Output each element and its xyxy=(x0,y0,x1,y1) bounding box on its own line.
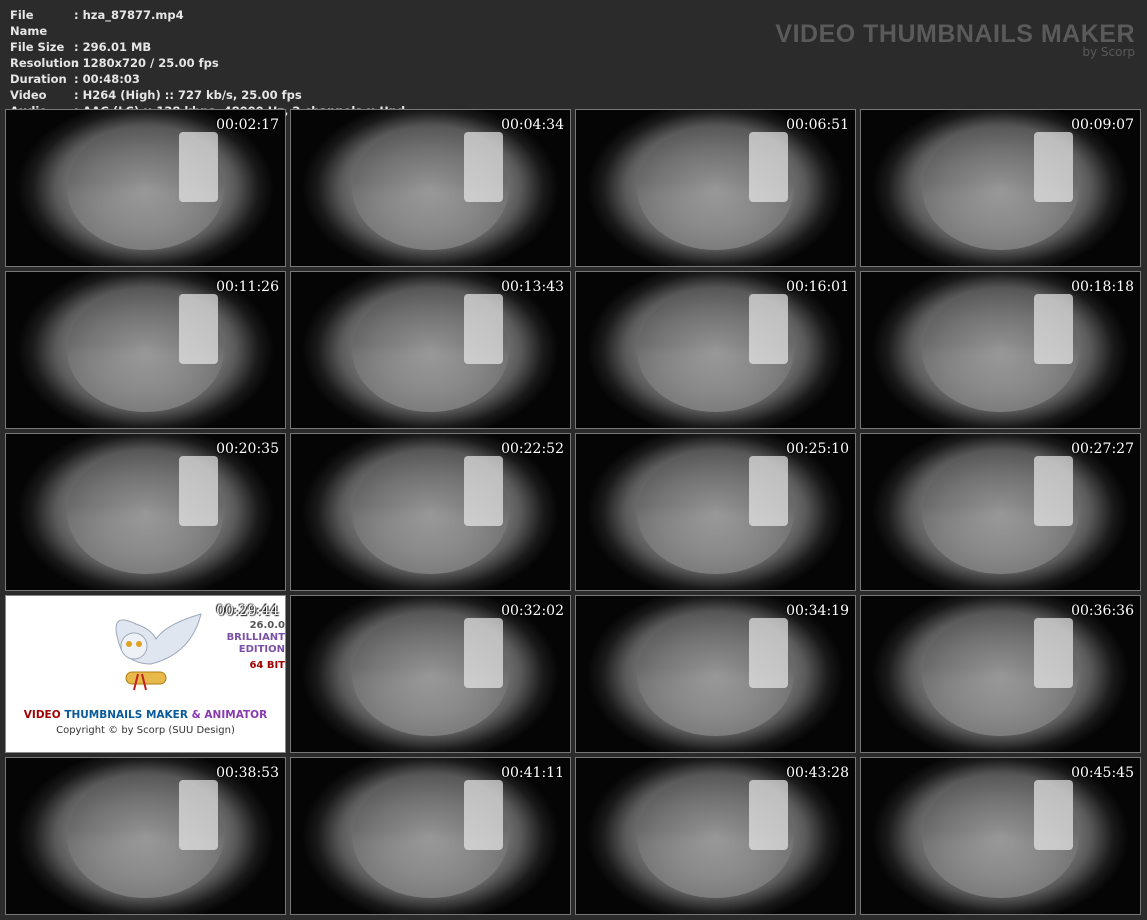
video-thumbnail[interactable]: 00:43:28 xyxy=(575,757,856,915)
frame-highlight xyxy=(749,779,789,851)
file-info: File Name: hza_87877.mp4 File Size: 296.0… xyxy=(10,7,405,119)
timestamp: 00:41:11 xyxy=(501,765,564,781)
info-value: H264 (High) :: 727 kb/s, 25.00 fps xyxy=(82,88,302,102)
frame-highlight xyxy=(1034,455,1074,527)
video-thumbnail[interactable]: 00:16:01 xyxy=(575,271,856,429)
logo-thumbnail: 00:29:44 26.0.0 BRILLIANT EDITION 64 BIT… xyxy=(5,595,286,753)
video-thumbnail[interactable]: 00:04:34 xyxy=(290,109,571,267)
frame-highlight xyxy=(179,455,219,527)
frame-highlight xyxy=(464,779,504,851)
video-thumbnail[interactable]: 00:20:35 xyxy=(5,433,286,591)
video-thumbnail[interactable]: 00:02:17 xyxy=(5,109,286,267)
frame-highlight xyxy=(1034,293,1074,365)
info-row: Video: H264 (High) :: 727 kb/s, 25.00 fp… xyxy=(10,87,405,103)
frame-highlight xyxy=(464,455,504,527)
video-thumbnail[interactable]: 00:18:18 xyxy=(860,271,1141,429)
brand-watermark: VIDEO THUMBNAILS MAKER by Scorp xyxy=(775,20,1135,59)
brand-title: VIDEO THUMBNAILS MAKER xyxy=(775,20,1135,48)
info-row: File Size: 296.01 MB xyxy=(10,39,405,55)
edition-label-2: EDITION xyxy=(238,644,285,655)
timestamp: 00:09:07 xyxy=(1071,117,1134,133)
frame-highlight xyxy=(1034,779,1074,851)
timestamp: 00:43:28 xyxy=(786,765,849,781)
video-thumbnail[interactable]: 00:45:45 xyxy=(860,757,1141,915)
logo-word: VIDEO xyxy=(23,709,61,721)
timestamp: 00:02:17 xyxy=(216,117,279,133)
logo-title: VIDEO THUMBNAILS MAKER & ANIMATOR xyxy=(6,709,285,721)
logo-word: & ANIMATOR xyxy=(191,709,268,721)
frame-highlight xyxy=(749,455,789,527)
info-value: 1280x720 / 25.00 fps xyxy=(82,56,219,70)
video-thumbnail[interactable]: 00:41:11 xyxy=(290,757,571,915)
info-row: File Name: hza_87877.mp4 xyxy=(10,7,405,39)
timestamp: 00:25:10 xyxy=(786,441,849,457)
video-thumbnail[interactable]: 00:34:19 xyxy=(575,595,856,753)
info-value: hza_87877.mp4 xyxy=(82,8,184,22)
video-thumbnail[interactable]: 00:22:52 xyxy=(290,433,571,591)
timestamp: 00:38:53 xyxy=(216,765,279,781)
frame-highlight xyxy=(179,779,219,851)
info-row: Resolution: 1280x720 / 25.00 fps xyxy=(10,55,405,71)
timestamp: 00:32:02 xyxy=(501,603,564,619)
info-label: File Name xyxy=(10,8,48,38)
timestamp: 00:06:51 xyxy=(786,117,849,133)
video-thumbnail[interactable]: 00:11:26 xyxy=(5,271,286,429)
frame-highlight xyxy=(464,617,504,689)
timestamp: 00:34:19 xyxy=(786,603,849,619)
frame-highlight xyxy=(749,617,789,689)
info-sep: : xyxy=(74,56,83,70)
info-value: 00:48:03 xyxy=(82,72,140,86)
timestamp: 00:29:44 xyxy=(216,603,279,619)
bits-label: 64 BIT xyxy=(249,660,285,671)
video-thumbnail[interactable]: 00:32:02 xyxy=(290,595,571,753)
info-sep: : xyxy=(74,8,83,22)
edition-label: BRILLIANT xyxy=(226,632,285,643)
copyright: Copyright © by Scorp (SUU Design) xyxy=(56,725,235,736)
frame-highlight xyxy=(464,293,504,365)
version-label: 26.0.0 xyxy=(249,620,285,631)
info-label: Resolution xyxy=(10,56,80,70)
owl-logo-icon xyxy=(115,613,202,691)
video-thumbnail[interactable]: 00:36:36 xyxy=(860,595,1141,753)
video-thumbnail[interactable]: 00:13:43 xyxy=(290,271,571,429)
timestamp: 00:27:27 xyxy=(1071,441,1134,457)
info-row: Duration: 00:48:03 xyxy=(10,71,405,87)
video-thumbnail[interactable]: 00:25:10 xyxy=(575,433,856,591)
timestamp: 00:04:34 xyxy=(501,117,564,133)
timestamp: 00:45:45 xyxy=(1071,765,1134,781)
timestamp: 00:11:26 xyxy=(216,279,279,295)
info-label: Duration xyxy=(10,72,67,86)
frame-highlight xyxy=(749,293,789,365)
frame-highlight xyxy=(179,293,219,365)
info-sep: : xyxy=(74,40,83,54)
info-label: File Size xyxy=(10,40,65,54)
timestamp: 00:20:35 xyxy=(216,441,279,457)
timestamp: 00:18:18 xyxy=(1071,279,1134,295)
video-thumbnail[interactable]: 00:06:51 xyxy=(575,109,856,267)
timestamp: 00:16:01 xyxy=(786,279,849,295)
frame-highlight xyxy=(179,131,219,203)
frame-highlight xyxy=(749,131,789,203)
frame-highlight xyxy=(464,131,504,203)
logo-word: THUMBNAILS MAKER xyxy=(64,709,188,721)
info-value: 296.01 MB xyxy=(82,40,152,54)
frame-highlight xyxy=(1034,131,1074,203)
info-label: Video xyxy=(10,88,47,102)
video-thumbnail[interactable]: 00:09:07 xyxy=(860,109,1141,267)
timestamp: 00:22:52 xyxy=(501,441,564,457)
video-thumbnail[interactable]: 00:27:27 xyxy=(860,433,1141,591)
timestamp: 00:36:36 xyxy=(1071,603,1134,619)
info-sep: : xyxy=(74,88,83,102)
thumbnail-grid: 00:02:17 00:04:34 00:06:51 00:09:07 00:11:26… xyxy=(5,109,1141,915)
frame-highlight xyxy=(1034,617,1074,689)
info-sep: : xyxy=(74,72,83,86)
timestamp: 00:13:43 xyxy=(501,279,564,295)
video-thumbnail[interactable]: 00:38:53 xyxy=(5,757,286,915)
